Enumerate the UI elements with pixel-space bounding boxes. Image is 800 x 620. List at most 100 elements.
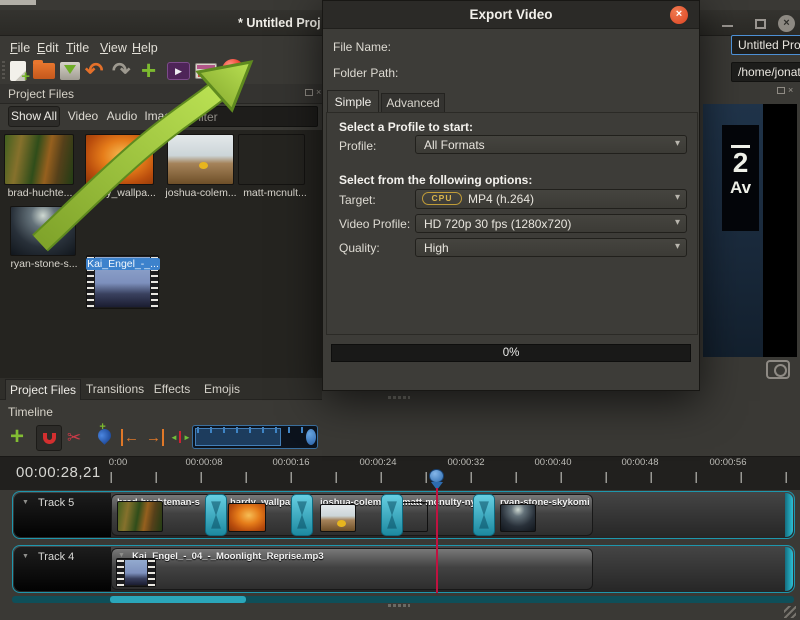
profile-dropdown[interactable]: All Formats ▾ — [415, 135, 687, 154]
minimize-icon[interactable] — [722, 25, 733, 27]
clip-hardy[interactable]: hardy_wallpaper_ — [215, 494, 303, 536]
profile-window-icon[interactable] — [195, 63, 217, 79]
timeline-scrollbar-thumb[interactable] — [110, 596, 246, 603]
ruler-label: 00:00:56 — [709, 457, 747, 468]
menu-file[interactable]: File — [10, 41, 30, 55]
center-playhead-right-icon[interactable]: ► — [183, 433, 191, 442]
filter-show-all-button[interactable]: Show All — [8, 106, 60, 127]
tab-emojis[interactable]: Emojis — [199, 379, 245, 399]
plus-glyph: + — [99, 420, 106, 433]
zoom-slider-range[interactable] — [195, 428, 281, 446]
chevron-down-icon[interactable]: ▼ — [22, 553, 29, 560]
filter-input[interactable] — [184, 106, 318, 127]
track-name: Track 4 — [38, 551, 75, 563]
track-4-row[interactable]: ▼ Track 4 ▼ Kai_Engel_-_04_-_Moonlight_R… — [12, 545, 795, 593]
target-dropdown[interactable]: CPU MP4 (h.264) ▾ — [415, 189, 687, 209]
menu-help[interactable]: Help — [132, 41, 158, 55]
panel-close-icon[interactable]: × — [316, 88, 321, 97]
file-label[interactable]: matt-mcnult... — [240, 187, 310, 199]
clip-thumbnail — [402, 502, 428, 532]
center-playhead-left-icon[interactable]: ◄ — [170, 433, 178, 442]
capture-frame-icon[interactable] — [766, 360, 790, 379]
file-label[interactable]: hardy_wallpa... — [83, 187, 158, 199]
zoom-slider-handle[interactable] — [306, 429, 316, 445]
clip-thumbnail — [500, 504, 536, 532]
menu-view[interactable]: View — [100, 41, 127, 55]
playhead-marker[interactable] — [429, 469, 444, 483]
file-thumbnail-matt[interactable] — [238, 134, 305, 185]
preview-close-icon[interactable]: × — [788, 86, 793, 95]
export-video-icon[interactable] — [222, 59, 244, 81]
snapping-toggle[interactable] — [36, 425, 62, 451]
ruler-label: 00:00:24 — [359, 457, 397, 468]
folder-path-input[interactable] — [731, 62, 800, 82]
previous-marker-icon[interactable]: ← — [121, 429, 139, 446]
next-marker-icon[interactable]: → — [146, 429, 164, 446]
file-name-label: File Name: — [333, 40, 392, 54]
tab-simple[interactable]: Simple — [327, 90, 379, 113]
filter-audio-button[interactable]: Audio — [104, 109, 140, 123]
track-5-row[interactable]: ▼ Track 5 brad-huchteman-s hardy_wallpap… — [12, 491, 795, 539]
menu-edit[interactable]: Edit — [37, 41, 59, 55]
transition-clip[interactable] — [291, 494, 313, 536]
file-thumbnail-ryan[interactable] — [10, 206, 76, 256]
filter-video-button[interactable]: Video — [66, 109, 100, 123]
toolbar-drag-handle[interactable] — [2, 61, 5, 81]
chevron-down-icon[interactable]: ▼ — [22, 499, 29, 506]
track-name: Track 5 — [38, 497, 75, 509]
track-5-header[interactable]: ▼ Track 5 — [14, 493, 111, 537]
cpu-badge: CPU — [422, 192, 462, 205]
hourglass-shape — [211, 501, 221, 529]
undo-icon[interactable]: ↶ — [85, 58, 103, 84]
choose-profile-icon[interactable]: ▶ — [167, 62, 190, 80]
window-close-icon[interactable]: × — [778, 15, 795, 32]
export-progress-bar: 0% — [331, 344, 691, 362]
project-files-title: Project Files — [8, 87, 75, 101]
clip-thumbnail — [320, 504, 356, 532]
timeline-zoom-slider[interactable] — [192, 425, 318, 449]
dialog-close-icon[interactable]: × — [670, 6, 688, 24]
filter-image-button[interactable]: Image — [142, 109, 180, 123]
transition-clip[interactable] — [205, 494, 227, 536]
quality-dropdown[interactable]: High ▾ — [415, 238, 687, 257]
file-label[interactable]: brad-huchte... — [2, 187, 78, 199]
profile-value: All Formats — [424, 138, 485, 152]
panel-splitter-handle[interactable] — [388, 604, 410, 607]
file-label[interactable]: ryan-stone-s... — [8, 258, 80, 270]
maximize-icon[interactable] — [755, 19, 766, 29]
playhead-time: 00:00:28,21 — [16, 464, 101, 481]
center-playhead-line — [179, 431, 181, 443]
transition-clip[interactable] — [473, 494, 495, 536]
add-marker-icon[interactable]: + — [95, 421, 114, 445]
clip-kai-engel-audio[interactable]: ▼ Kai_Engel_-_04_-_Moonlight_Reprise.mp3 — [111, 548, 593, 590]
panel-float-icon[interactable] — [305, 89, 313, 96]
file-thumbnail-hardy[interactable] — [85, 134, 154, 185]
clip-ryan[interactable]: ryan-stone-skykomis... — [479, 494, 593, 536]
file-label-selected[interactable]: Kai_Engel_-_... — [86, 258, 160, 270]
new-project-icon[interactable]: + — [10, 61, 30, 85]
save-project-icon[interactable] — [60, 62, 80, 80]
file-name-input[interactable] — [731, 35, 800, 55]
file-thumbnail-joshua[interactable] — [167, 134, 234, 185]
transition-clip[interactable] — [381, 494, 403, 536]
tab-effects[interactable]: Effects — [149, 379, 195, 399]
open-project-icon[interactable] — [33, 60, 55, 79]
track-4-header[interactable]: ▼ Track 4 — [14, 547, 111, 591]
add-track-icon[interactable]: + — [10, 423, 24, 451]
import-files-icon[interactable]: + — [141, 55, 156, 86]
quality-label: Quality: — [339, 241, 380, 255]
razor-icon[interactable]: ✂ — [67, 428, 81, 448]
tab-project-files[interactable]: Project Files — [5, 379, 81, 400]
file-label[interactable]: joshua-colem... — [163, 187, 239, 199]
window-resize-grip[interactable] — [784, 606, 796, 618]
tab-advanced[interactable]: Advanced — [381, 93, 445, 113]
panel-splitter-handle[interactable] — [388, 396, 410, 399]
file-thumbnail-brad[interactable] — [4, 134, 74, 185]
menu-title[interactable]: Title — [66, 41, 89, 55]
tab-transitions[interactable]: Transitions — [85, 379, 145, 399]
video-profile-dropdown[interactable]: HD 720p 30 fps (1280x720) ▾ — [415, 214, 687, 233]
quality-value: High — [424, 241, 449, 255]
preview-float-icon[interactable] — [777, 87, 785, 94]
redo-icon[interactable]: ↷ — [112, 58, 130, 84]
target-value: MP4 (h.264) — [468, 192, 535, 206]
